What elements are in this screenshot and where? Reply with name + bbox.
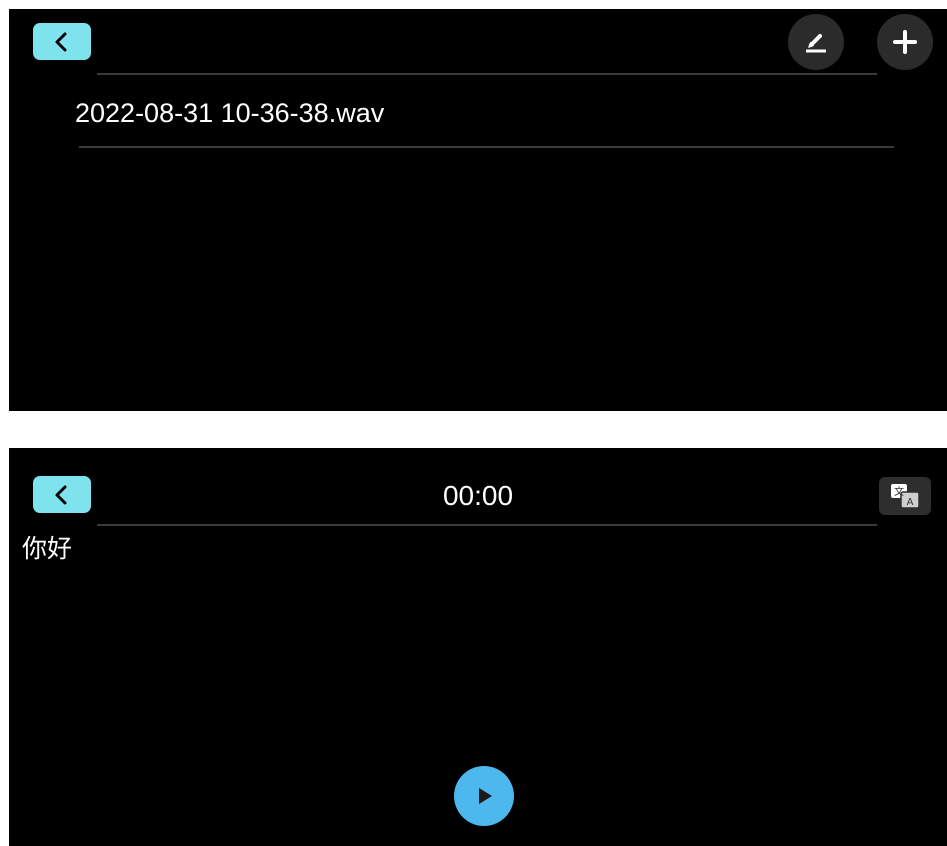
file-list-item[interactable]: 2022-08-31 10-36-38.wav	[75, 97, 384, 129]
playback-timer: 00:00	[442, 480, 514, 511]
translate-icon: 文 A	[891, 484, 920, 509]
header-divider	[97, 524, 877, 526]
svg-text:A: A	[907, 497, 914, 508]
file-item-divider	[79, 146, 894, 148]
pencil-icon	[806, 34, 826, 53]
recordings-list-screen: 2022-08-31 10-36-38.wav	[9, 9, 947, 411]
play-button[interactable]	[454, 766, 514, 826]
svg-text:文: 文	[894, 485, 904, 498]
translate-button[interactable]: 文 A	[879, 477, 931, 515]
add-button[interactable]	[877, 14, 933, 70]
back-button[interactable]	[33, 23, 91, 60]
header-divider	[97, 73, 877, 75]
transcript-text: 你好	[22, 534, 73, 563]
player-screen: 00:00 文 A 你好	[9, 448, 947, 846]
edit-button[interactable]	[788, 14, 844, 70]
play-icon	[479, 788, 492, 804]
plus-icon	[893, 30, 917, 54]
chevron-left-icon	[55, 32, 67, 51]
